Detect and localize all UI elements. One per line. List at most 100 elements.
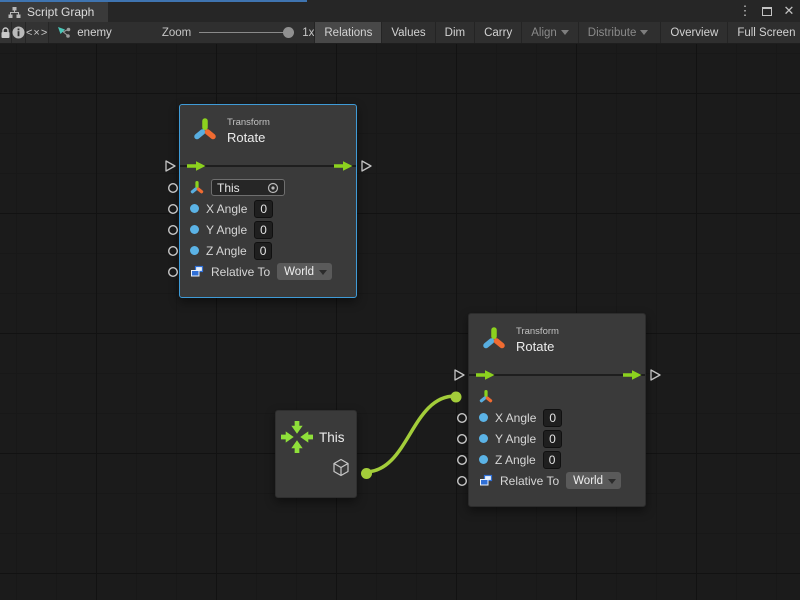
target-object-field[interactable]: This bbox=[211, 179, 285, 196]
relative-to-value: World bbox=[284, 266, 314, 278]
relative-to-dropdown[interactable]: World bbox=[277, 263, 332, 280]
target-row-connected bbox=[469, 386, 645, 407]
flow-output-port[interactable] bbox=[649, 368, 662, 382]
relative-to-input-port[interactable] bbox=[456, 475, 468, 487]
x-angle-input-port[interactable] bbox=[167, 203, 179, 215]
x-angle-input-port[interactable] bbox=[456, 412, 468, 424]
breadcrumb[interactable]: enemy bbox=[49, 22, 122, 43]
code-literal-icon: <×> bbox=[26, 27, 48, 39]
focus-accent-line bbox=[0, 0, 307, 2]
carry-label: Carry bbox=[484, 27, 512, 39]
breadcrumb-graph-name: enemy bbox=[77, 27, 112, 39]
lock-button[interactable] bbox=[0, 22, 12, 43]
x-angle-input[interactable]: 0 bbox=[254, 200, 273, 218]
rotate-node-2[interactable]: Transform Rotate bbox=[468, 313, 646, 507]
dim-button[interactable]: Dim bbox=[435, 22, 474, 43]
graph-toolbar: <×> enemy Zoom 1x Relations Values Dim C… bbox=[0, 22, 800, 44]
rotate2-header: Transform Rotate bbox=[469, 314, 645, 364]
lock-icon bbox=[0, 27, 11, 39]
x-angle-label: X Angle bbox=[206, 202, 247, 216]
this-node[interactable]: This bbox=[275, 410, 357, 498]
value-port-dot bbox=[190, 246, 199, 255]
values-label: Values bbox=[391, 27, 425, 39]
y-angle-input-port[interactable] bbox=[167, 224, 179, 236]
zoom-control: Zoom 1x bbox=[122, 22, 315, 43]
tab-script-graph[interactable]: Script Graph bbox=[0, 2, 108, 22]
maximize-button[interactable] bbox=[760, 3, 774, 19]
tab-bar: Script Graph ⋮ ✕ bbox=[0, 0, 800, 22]
window-menu-button[interactable]: ⋮ bbox=[738, 3, 752, 19]
info-icon bbox=[12, 26, 25, 39]
x-angle-row: X Angle 0 bbox=[180, 198, 356, 219]
full-screen-button[interactable]: Full Screen bbox=[727, 22, 800, 43]
x-angle-label: X Angle bbox=[495, 411, 536, 425]
transform-propeller-icon bbox=[192, 117, 218, 143]
enum-icon bbox=[479, 474, 493, 487]
node-title: Rotate bbox=[516, 339, 559, 354]
target-row: This bbox=[180, 177, 356, 198]
target-input-port[interactable] bbox=[167, 182, 179, 194]
toolbar-toggle-group: Relations Values Dim Carry Align Distrib… bbox=[314, 22, 800, 43]
carry-button[interactable]: Carry bbox=[474, 22, 521, 43]
rotate1-body: This X Angle 0 Y Angle 0 bbox=[180, 177, 356, 297]
connection-wire[interactable] bbox=[365, 396, 455, 472]
graph-hierarchy-icon bbox=[8, 6, 21, 19]
dim-label: Dim bbox=[445, 27, 465, 39]
z-angle-input-port[interactable] bbox=[167, 245, 179, 257]
z-angle-row: Z Angle 0 bbox=[180, 240, 356, 261]
chevron-down-icon bbox=[640, 30, 648, 35]
y-angle-input-port[interactable] bbox=[456, 433, 468, 445]
transform-propeller-icon bbox=[479, 390, 493, 404]
zoom-slider-handle[interactable] bbox=[283, 27, 294, 38]
relative-to-input-port[interactable] bbox=[167, 266, 179, 278]
z-angle-input[interactable]: 0 bbox=[543, 451, 562, 469]
enum-icon bbox=[190, 265, 204, 278]
kebab-menu-icon: ⋮ bbox=[739, 3, 752, 19]
y-angle-label: Y Angle bbox=[495, 432, 536, 446]
x-angle-input[interactable]: 0 bbox=[543, 409, 562, 427]
z-angle-input-port[interactable] bbox=[456, 454, 468, 466]
relative-to-row: Relative To World bbox=[469, 470, 645, 491]
y-angle-input[interactable]: 0 bbox=[543, 430, 562, 448]
window-controls: ⋮ ✕ bbox=[738, 0, 796, 22]
zoom-slider[interactable] bbox=[199, 32, 294, 33]
z-angle-input[interactable]: 0 bbox=[254, 242, 273, 260]
z-angle-row: Z Angle 0 bbox=[469, 449, 645, 470]
rotate1-header: Transform Rotate bbox=[180, 105, 356, 155]
y-angle-input[interactable]: 0 bbox=[254, 221, 273, 239]
align-button[interactable]: Align bbox=[521, 22, 578, 43]
chevron-down-icon bbox=[561, 30, 569, 35]
flow-input-port[interactable] bbox=[164, 159, 177, 173]
gameobject-output-port-connected[interactable] bbox=[360, 467, 373, 480]
close-icon: ✕ bbox=[784, 3, 795, 19]
flow-in-arrow-icon bbox=[186, 160, 207, 172]
relations-label: Relations bbox=[324, 27, 372, 39]
info-button[interactable] bbox=[12, 22, 26, 43]
close-button[interactable]: ✕ bbox=[782, 3, 796, 19]
code-literal-button[interactable]: <×> bbox=[26, 22, 49, 43]
target-object-value: This bbox=[217, 181, 240, 195]
rotate-node-1[interactable]: Transform Rotate bbox=[179, 104, 357, 298]
z-angle-label: Z Angle bbox=[495, 453, 536, 467]
distribute-button[interactable]: Distribute bbox=[578, 22, 658, 43]
relative-to-dropdown[interactable]: World bbox=[566, 472, 621, 489]
node-category: Transform bbox=[227, 117, 270, 128]
script-graph-canvas[interactable]: Transform Rotate bbox=[0, 44, 800, 600]
value-port-dot bbox=[190, 204, 199, 213]
x-angle-row: X Angle 0 bbox=[469, 407, 645, 428]
y-angle-row: Y Angle 0 bbox=[469, 428, 645, 449]
transform-propeller-icon bbox=[481, 326, 507, 352]
flow-output-port[interactable] bbox=[360, 159, 373, 173]
rotate2-body: X Angle 0 Y Angle 0 Z Angle 0 bbox=[469, 386, 645, 506]
z-angle-label: Z Angle bbox=[206, 244, 247, 258]
relations-button[interactable]: Relations bbox=[314, 22, 381, 43]
maximize-icon bbox=[762, 7, 772, 16]
object-picker-icon[interactable] bbox=[267, 182, 279, 194]
flow-out-arrow-icon bbox=[622, 369, 643, 381]
flow-input-port[interactable] bbox=[453, 368, 466, 382]
target-input-port-connected[interactable] bbox=[449, 390, 463, 404]
values-button[interactable]: Values bbox=[381, 22, 434, 43]
overview-button[interactable]: Overview bbox=[660, 22, 727, 43]
value-port-dot bbox=[479, 455, 488, 464]
self-compress-arrows-icon bbox=[281, 421, 313, 453]
